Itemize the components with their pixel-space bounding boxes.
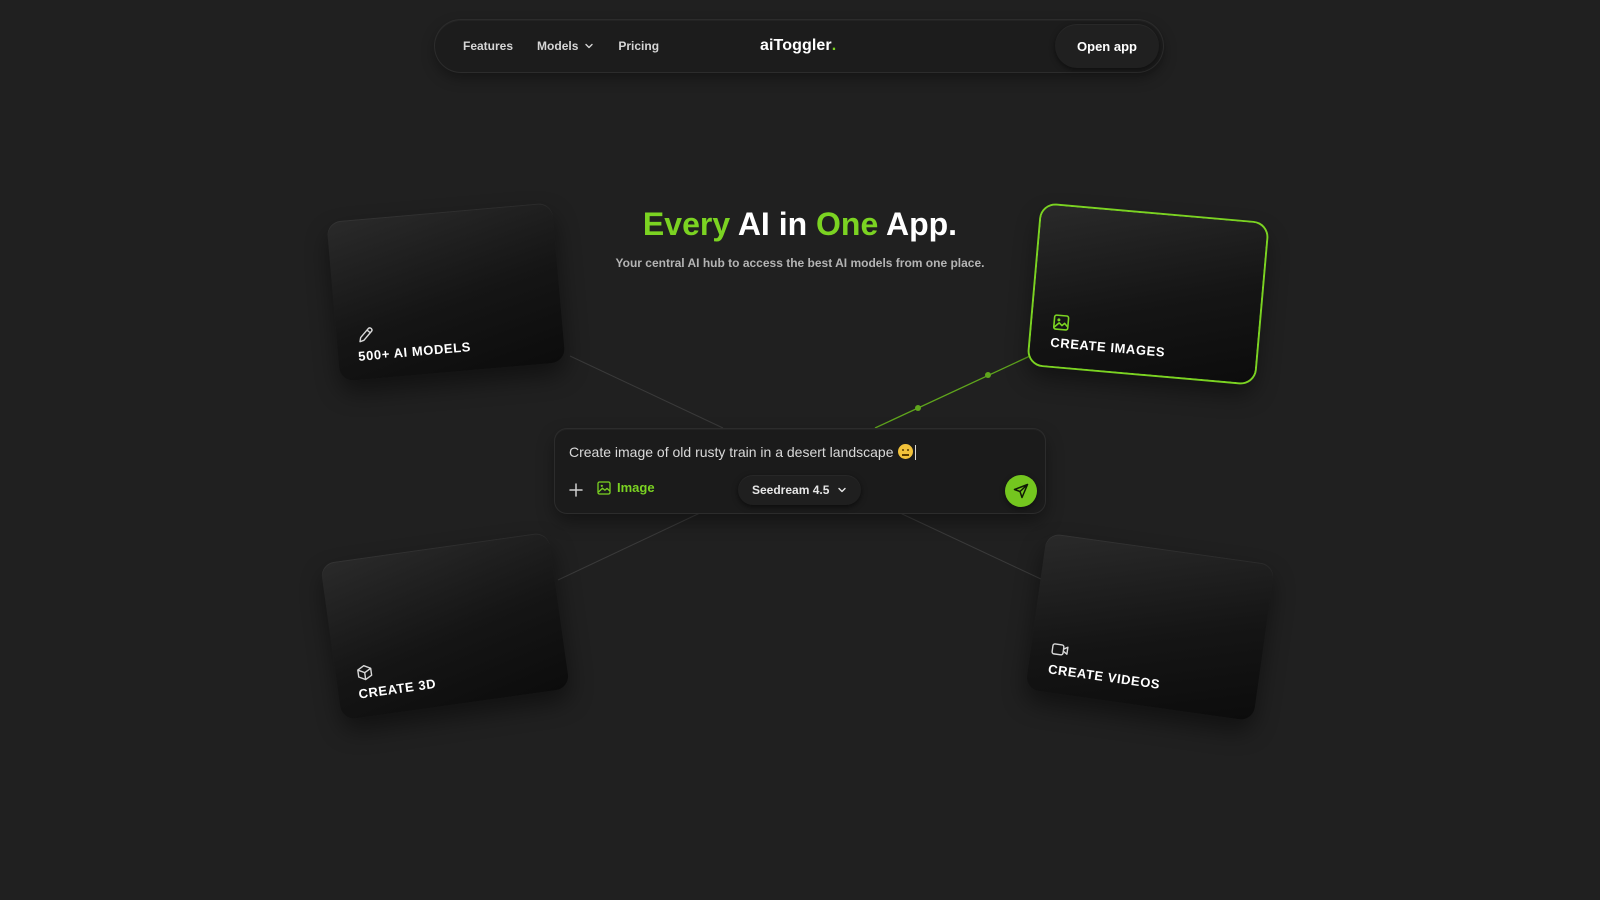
feature-card-images[interactable]: CREATE IMAGES bbox=[1028, 204, 1268, 384]
connector-line-models bbox=[569, 355, 724, 429]
nav-links: Features Models Pricing bbox=[463, 20, 659, 72]
nav-link-label: Features bbox=[463, 39, 514, 53]
brand-logo[interactable]: aiToggler. bbox=[760, 20, 836, 72]
open-app-button[interactable]: Open app bbox=[1055, 24, 1159, 68]
feature-card-videos[interactable]: CREATE VIDEOS bbox=[1025, 532, 1275, 722]
cube-icon bbox=[357, 664, 373, 681]
connector-dot bbox=[915, 405, 921, 411]
nav-link-pricing[interactable]: Pricing bbox=[618, 39, 659, 53]
image-mode-label: Image bbox=[617, 480, 655, 495]
pencil-icon bbox=[359, 327, 373, 343]
card-content: CREATE VIDEOS bbox=[1047, 640, 1164, 692]
nav-link-label: Pricing bbox=[618, 39, 660, 53]
card-content: 500+ AI MODELS bbox=[356, 317, 472, 364]
image-mode-toggle[interactable]: Image bbox=[597, 480, 655, 495]
send-icon bbox=[1013, 483, 1029, 499]
image-icon bbox=[597, 480, 611, 495]
card-label: CREATE VIDEOS bbox=[1047, 661, 1162, 692]
connector-line-3d bbox=[557, 512, 701, 581]
prompt-text: Create image of old rusty train in a des… bbox=[569, 444, 894, 460]
connector-line-videos bbox=[899, 512, 1044, 581]
card-label: CREATE IMAGES bbox=[1049, 334, 1166, 360]
model-selector[interactable]: Seedream 4.5 bbox=[738, 475, 862, 505]
logo-dot: . bbox=[831, 37, 837, 54]
connector-line-images bbox=[874, 355, 1031, 429]
hero-subtitle: Your central AI hub to access the best A… bbox=[615, 256, 985, 270]
prompt-box: Create image of old rusty train in a des… bbox=[555, 429, 1045, 513]
connector-dot bbox=[985, 372, 991, 378]
nav-link-label: Models bbox=[537, 39, 579, 53]
image-icon bbox=[1052, 314, 1070, 331]
top-navigation: Features Models Pricing aiToggler. Open … bbox=[435, 20, 1163, 72]
hero-title-text: AI in bbox=[730, 206, 817, 242]
card-content: CREATE 3D bbox=[355, 654, 437, 702]
hero-title-text: App. bbox=[878, 206, 958, 242]
hero-title-accent: Every bbox=[642, 206, 731, 242]
nav-link-models[interactable]: Models bbox=[537, 39, 594, 53]
feature-card-models[interactable]: 500+ AI MODELS bbox=[326, 202, 566, 382]
nav-link-features[interactable]: Features bbox=[463, 39, 513, 53]
text-caret bbox=[914, 445, 916, 460]
feature-card-3d[interactable]: CREATE 3D bbox=[320, 531, 570, 721]
prompt-input[interactable]: Create image of old rusty train in a des… bbox=[569, 444, 916, 460]
landing-page: Features Models Pricing aiToggler. Open … bbox=[0, 0, 1600, 900]
emoji-icon bbox=[897, 444, 913, 459]
send-button[interactable] bbox=[1005, 475, 1037, 507]
card-content: CREATE IMAGES bbox=[1050, 313, 1168, 360]
chevron-down-icon bbox=[585, 43, 594, 49]
video-icon bbox=[1051, 643, 1069, 656]
chevron-down-icon bbox=[838, 487, 847, 493]
hero-title-accent: One bbox=[816, 206, 879, 242]
logo-text: aiToggler bbox=[760, 37, 832, 54]
model-selector-label: Seedream 4.5 bbox=[752, 483, 830, 497]
hero-title: Every AI in One App. bbox=[0, 206, 1600, 243]
add-attachment-button[interactable] bbox=[567, 481, 585, 499]
